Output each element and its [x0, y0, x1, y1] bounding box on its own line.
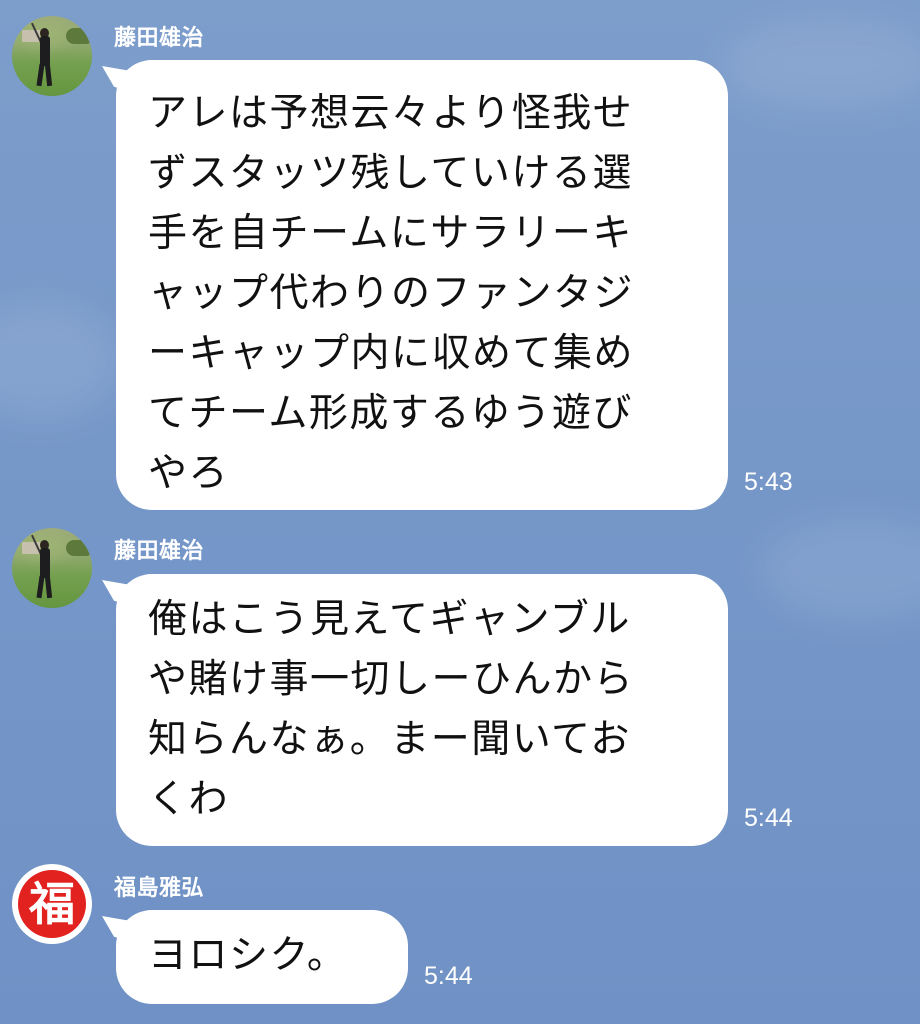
- golfer-photo-avatar[interactable]: [12, 16, 92, 96]
- message-text: アレは予想云々より怪我せ ずスタッツ残していける選 手を自チームにサラリーキ ャップ代…: [148, 91, 635, 496]
- sender-name: 藤田雄治: [114, 539, 205, 564]
- message-bubble[interactable]: ヨロシク。: [102, 910, 408, 1004]
- background-cloud: [0, 300, 120, 420]
- background-cloud: [720, 20, 920, 110]
- sender-name: 藤田雄治: [114, 26, 205, 51]
- sender-name: 福島雅弘: [114, 876, 205, 901]
- golfer-photo-avatar[interactable]: [12, 528, 92, 608]
- message-bubble[interactable]: アレは予想云々より怪我せ ずスタッツ残していける選 手を自チームにサラリーキ ャップ代…: [102, 60, 728, 510]
- background-cloud: [760, 520, 920, 620]
- message-bubble[interactable]: 俺はこう見えてギャンブル や賭け事一切しーひんから 知らんなぁ。まー聞いてお くわ: [102, 574, 728, 846]
- bubble-tail: [102, 916, 132, 942]
- message-text: 俺はこう見えてギャンブル や賭け事一切しーひんから 知らんなぁ。まー聞いてお くわ: [148, 597, 635, 822]
- message-timestamp: 5:44: [424, 962, 473, 990]
- fuku-logo-icon: 福: [18, 870, 86, 938]
- bubble-tail: [102, 66, 132, 92]
- message-timestamp: 5:44: [744, 804, 793, 832]
- fuku-logo-avatar[interactable]: 福: [12, 864, 92, 944]
- bubble-tail: [102, 580, 132, 606]
- message-text: ヨロシク。: [148, 933, 348, 978]
- message-timestamp: 5:43: [744, 468, 793, 496]
